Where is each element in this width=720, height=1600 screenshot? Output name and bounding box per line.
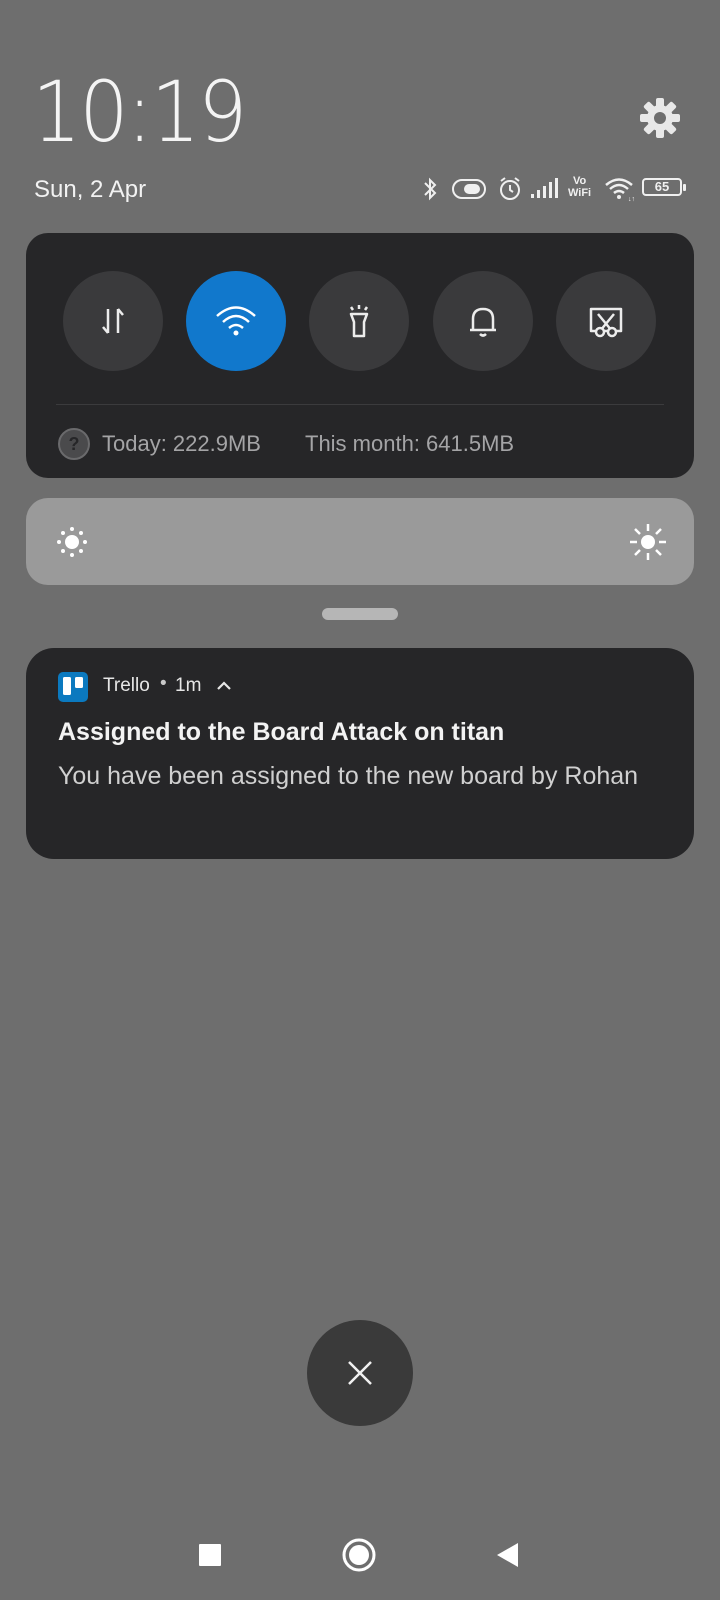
notification-body: You have been assigned to the new board … — [58, 762, 639, 790]
notification-separator: • — [160, 673, 167, 694]
tile-sound[interactable] — [433, 271, 533, 371]
notification-card[interactable]: Trello • 1m Assigned to the Board Attack… — [26, 648, 694, 859]
chevron-up-icon[interactable] — [214, 676, 234, 696]
toggle-icon — [452, 179, 486, 199]
vowifi-bottom-text: WiFi — [568, 187, 592, 199]
tile-flashlight[interactable] — [309, 271, 409, 371]
help-circle-icon[interactable]: ? — [56, 426, 92, 462]
clock-time: 10:19 — [32, 63, 247, 161]
svg-text:?: ? — [69, 434, 80, 454]
date-label: Sun, 2 Apr — [34, 176, 147, 203]
usage-today: Today: 222.9MB — [102, 431, 261, 456]
brightness-low-icon — [57, 527, 87, 557]
usage-month: This month: 641.5MB — [305, 431, 515, 456]
cellular-signal-icon — [531, 178, 558, 198]
drag-handle[interactable] — [322, 608, 398, 620]
recents-button-icon[interactable] — [190, 1535, 230, 1575]
flashlight-icon — [349, 305, 369, 338]
status-icons: Vo WiFi ↓↑ 65 — [420, 175, 690, 202]
svg-text:↓↑: ↓↑ — [628, 196, 635, 202]
navigation-bar — [0, 1520, 720, 1590]
quick-settings-panel: ? Today: 222.9MB This month: 641.5MB — [26, 233, 694, 478]
home-button-icon[interactable] — [339, 1535, 379, 1575]
clear-notifications-button[interactable] — [307, 1320, 413, 1426]
data-transfer-icon — [102, 308, 124, 334]
notification-app-name: Trello — [103, 675, 150, 696]
back-button-icon[interactable] — [488, 1535, 528, 1575]
tile-screenshot[interactable] — [556, 271, 656, 371]
settings-gear-icon[interactable] — [636, 94, 684, 142]
vowifi-top-text: Vo — [572, 175, 587, 187]
brightness-high-icon — [630, 524, 666, 560]
trello-icon — [58, 672, 88, 702]
notification-title: Assigned to the Board Attack on titan — [58, 718, 505, 746]
screenshot-scissors-icon — [589, 307, 623, 338]
wifi-icon: ↓↑ — [605, 178, 635, 202]
bell-icon — [470, 307, 496, 337]
qs-divider — [56, 404, 664, 405]
wifi-icon — [216, 306, 256, 336]
tile-mobile-data[interactable] — [63, 271, 163, 371]
alarm-icon — [500, 177, 520, 200]
bluetooth-icon — [424, 177, 437, 201]
close-icon — [348, 1361, 372, 1385]
brightness-slider[interactable] — [26, 498, 694, 585]
vowifi-icon: Vo WiFi — [568, 175, 591, 199]
notification-time: 1m — [175, 675, 202, 696]
battery-level: 65 — [654, 179, 670, 194]
tile-wifi[interactable] — [186, 271, 286, 371]
battery-icon: 65 — [642, 178, 686, 196]
